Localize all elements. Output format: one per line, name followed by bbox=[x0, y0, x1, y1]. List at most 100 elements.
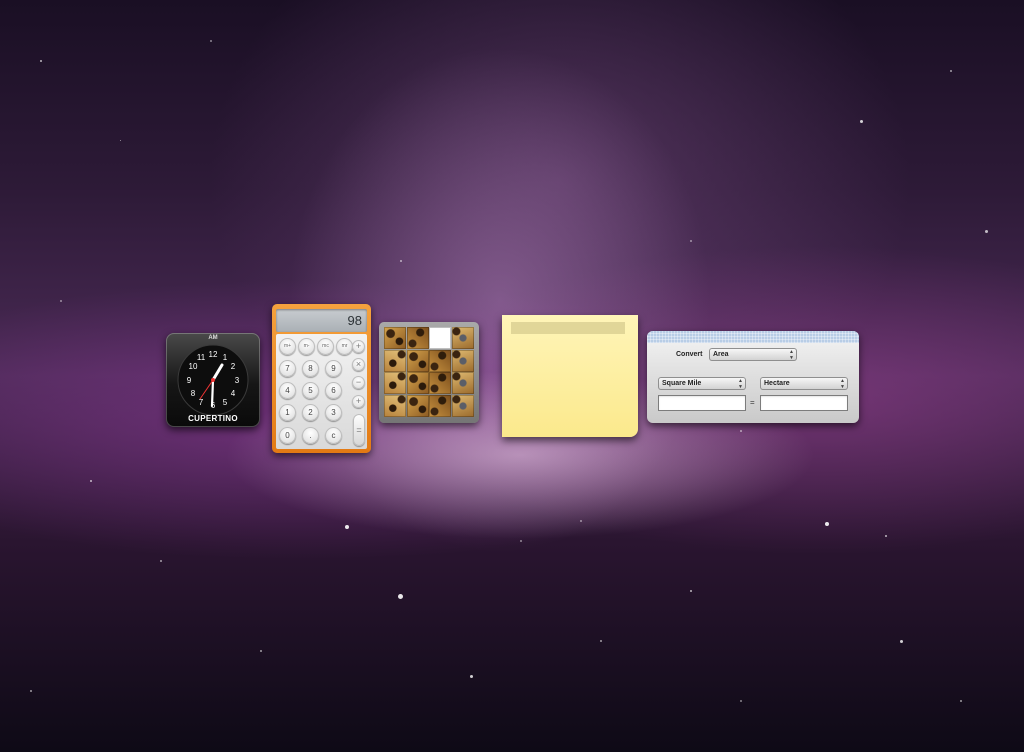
clock-city: CUPERTINO bbox=[188, 414, 238, 423]
puzzle-tile[interactable] bbox=[451, 327, 474, 349]
dashboard-desktop: AM 12 1 2 3 4 5 6 7 8 9 10 11 CUPERTINO bbox=[0, 0, 1024, 752]
star bbox=[960, 700, 962, 702]
calc-key-clear[interactable]: c bbox=[325, 427, 342, 444]
clock-numeral: 3 bbox=[235, 376, 240, 385]
clock-widget[interactable]: AM 12 1 2 3 4 5 6 7 8 9 10 11 CUPERTINO bbox=[166, 333, 260, 427]
clock-numeral: 1 bbox=[223, 353, 228, 362]
memory-minus-button[interactable]: m- bbox=[298, 338, 315, 355]
calc-key-decimal[interactable]: . bbox=[302, 427, 319, 444]
to-unit-select[interactable]: Hectare ▲ ▼ bbox=[760, 377, 848, 390]
puzzle-tile[interactable] bbox=[406, 372, 429, 395]
clock-numeral: 11 bbox=[197, 353, 206, 362]
puzzle-tile[interactable] bbox=[384, 349, 406, 372]
from-value-input[interactable] bbox=[658, 395, 746, 411]
calc-key-3[interactable]: 3 bbox=[325, 404, 342, 421]
select-arrows-icon: ▲ ▼ bbox=[840, 378, 845, 390]
puzzle-tile[interactable] bbox=[429, 372, 451, 395]
star bbox=[345, 525, 349, 529]
calc-key-6[interactable]: 6 bbox=[325, 382, 342, 399]
puzzle-tile[interactable] bbox=[384, 395, 406, 418]
star bbox=[400, 260, 402, 262]
calculator-widget[interactable]: 98 m+ m- mc mr 7 8 9 4 5 6 1 2 3 0 . c +… bbox=[272, 304, 371, 453]
clock-minute-hand bbox=[210, 378, 215, 408]
star bbox=[120, 140, 121, 141]
stickies-title-bar bbox=[511, 322, 625, 334]
calc-key-9[interactable]: 9 bbox=[325, 360, 342, 377]
puzzle-tile[interactable] bbox=[384, 327, 406, 349]
calc-key-subtract[interactable]: − bbox=[352, 376, 365, 389]
puzzle-tile[interactable] bbox=[384, 372, 406, 395]
tile-grid bbox=[384, 327, 474, 418]
clock-numeral: 9 bbox=[187, 376, 192, 385]
calc-key-add[interactable]: + bbox=[352, 395, 365, 408]
clock-ampm: AM bbox=[208, 335, 218, 341]
calc-key-0[interactable]: 0 bbox=[279, 427, 296, 444]
star bbox=[398, 594, 403, 599]
from-unit-value: Square Mile bbox=[662, 380, 702, 387]
stickies-widget[interactable] bbox=[502, 315, 638, 437]
calc-key-7[interactable]: 7 bbox=[279, 360, 296, 377]
from-unit-select[interactable]: Square Mile ▲ ▼ bbox=[658, 377, 746, 390]
puzzle-tile[interactable] bbox=[429, 349, 451, 372]
stickies-text[interactable] bbox=[512, 339, 628, 429]
clock-numeral: 12 bbox=[209, 350, 218, 359]
clock-numeral: 4 bbox=[231, 389, 236, 398]
clock-face: 12 1 2 3 4 5 6 7 8 9 10 11 bbox=[177, 344, 249, 416]
converter-header-strip bbox=[647, 331, 859, 343]
equals-sign: = bbox=[750, 398, 755, 407]
star bbox=[210, 40, 212, 42]
calc-key-add-top[interactable]: + bbox=[352, 340, 365, 353]
select-arrows-icon: ▲ ▼ bbox=[738, 378, 743, 390]
convert-label: Convert bbox=[676, 351, 703, 358]
puzzle-tile[interactable] bbox=[406, 327, 429, 349]
memory-plus-button[interactable]: m+ bbox=[279, 338, 296, 355]
star bbox=[160, 560, 162, 562]
category-select-value: Area bbox=[713, 351, 729, 358]
calc-key-1[interactable]: 1 bbox=[279, 404, 296, 421]
empty-tile-slot bbox=[429, 327, 451, 349]
puzzle-tile[interactable] bbox=[451, 372, 474, 395]
clock-center-pin bbox=[211, 378, 215, 382]
star bbox=[40, 60, 42, 62]
star bbox=[470, 675, 473, 678]
calc-key-8[interactable]: 8 bbox=[302, 360, 319, 377]
puzzle-tile[interactable] bbox=[406, 395, 429, 418]
category-select[interactable]: Area ▲ ▼ bbox=[709, 348, 797, 361]
star bbox=[740, 700, 742, 702]
clock-numeral: 7 bbox=[199, 398, 204, 407]
star bbox=[60, 300, 62, 302]
calc-key-2[interactable]: 2 bbox=[302, 404, 319, 421]
puzzle-tile[interactable] bbox=[429, 395, 451, 418]
star bbox=[885, 535, 887, 537]
star bbox=[580, 520, 582, 522]
puzzle-tile[interactable] bbox=[406, 349, 429, 372]
calc-key-multiply[interactable]: × bbox=[352, 358, 365, 371]
memory-clear-button[interactable]: mc bbox=[317, 338, 334, 355]
to-unit-value: Hectare bbox=[764, 380, 790, 387]
calculator-display: 98 bbox=[276, 309, 367, 332]
clock-numeral: 2 bbox=[231, 362, 236, 371]
to-value-input[interactable] bbox=[760, 395, 848, 411]
clock-numeral: 8 bbox=[191, 389, 196, 398]
clock-numeral: 10 bbox=[189, 362, 198, 371]
clock-numeral: 5 bbox=[223, 398, 228, 407]
memory-recall-button[interactable]: mr bbox=[336, 338, 353, 355]
star bbox=[985, 230, 988, 233]
star bbox=[690, 240, 692, 242]
star bbox=[260, 650, 262, 652]
calculator-keypad: m+ m- mc mr 7 8 9 4 5 6 1 2 3 0 . c + × … bbox=[276, 334, 367, 449]
star bbox=[900, 640, 903, 643]
star bbox=[520, 540, 522, 542]
star bbox=[90, 480, 92, 482]
puzzle-tile[interactable] bbox=[451, 395, 474, 418]
calc-key-equals[interactable]: = bbox=[353, 414, 365, 446]
star bbox=[860, 120, 863, 123]
star bbox=[30, 690, 32, 692]
tile-game-widget[interactable] bbox=[379, 322, 479, 423]
calc-key-4[interactable]: 4 bbox=[279, 382, 296, 399]
unit-converter-widget[interactable]: Convert Area ▲ ▼ Square Mile ▲ ▼ Hectare ▲… bbox=[647, 331, 859, 423]
star bbox=[740, 430, 742, 432]
calc-key-5[interactable]: 5 bbox=[302, 382, 319, 399]
select-arrows-icon: ▲ ▼ bbox=[789, 349, 794, 361]
puzzle-tile[interactable] bbox=[451, 349, 474, 372]
